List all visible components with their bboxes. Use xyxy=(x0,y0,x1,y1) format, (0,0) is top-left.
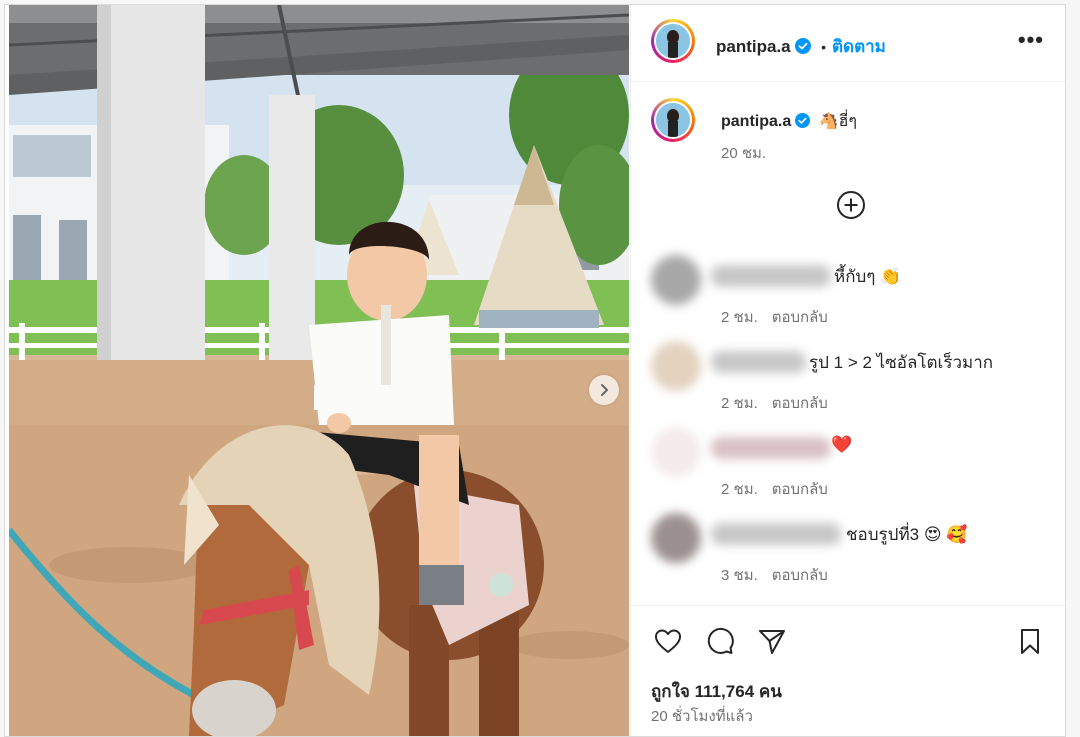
load-more-comments-button[interactable] xyxy=(836,190,866,220)
header-separator: • xyxy=(821,39,826,55)
author-avatar[interactable] xyxy=(651,19,695,63)
next-photo-button[interactable] xyxy=(589,375,619,405)
comment-time[interactable]: 3 ชม. xyxy=(721,567,758,584)
comment-text: หี้กับๆ 👏 xyxy=(834,267,902,286)
caption-timestamp[interactable]: 20 ชม. xyxy=(721,141,766,165)
follow-button[interactable]: ติดตาม xyxy=(832,37,886,56)
commenter-name-blurred[interactable] xyxy=(711,351,806,373)
caption-username[interactable]: pantipa.a xyxy=(721,113,791,130)
share-button[interactable] xyxy=(757,626,787,656)
comment-text: รูป 1 > 2 ไซอัลโตเร็วมาก xyxy=(809,353,994,372)
comment-time[interactable]: 2 ชม. xyxy=(721,481,758,498)
commenter-avatar-blurred[interactable] xyxy=(651,341,701,391)
verified-badge-icon xyxy=(794,38,811,59)
commenter-name-blurred[interactable] xyxy=(711,523,841,545)
reply-button[interactable]: ตอบกลับ xyxy=(772,309,828,326)
commenter-name-blurred[interactable] xyxy=(711,265,831,287)
post-actions: ถูกใจ 111,764 คน 20 ชั่วโมงที่แล้ว xyxy=(631,605,1065,736)
post-header: pantipa.a • ติดตาม ••• xyxy=(631,5,1065,82)
like-button[interactable] xyxy=(653,626,683,656)
save-icon xyxy=(1021,629,1039,654)
save-button[interactable] xyxy=(1015,626,1045,656)
post-side-panel: pantipa.a • ติดตาม ••• pantipa.a 🐴ฮี่ๆ 2… xyxy=(630,5,1065,736)
add-circle-icon xyxy=(837,191,865,219)
comment-meta: 3 ชม. ตอบกลับ xyxy=(721,563,828,587)
comment-time[interactable]: 2 ชม. xyxy=(721,395,758,412)
like-count[interactable]: ถูกใจ 111,764 คน xyxy=(651,678,782,705)
heart-icon xyxy=(655,629,681,653)
reply-button[interactable]: ตอบกลับ xyxy=(772,481,828,498)
caption-text: ฮี่ๆ xyxy=(838,113,857,130)
more-options-button[interactable]: ••• xyxy=(1018,29,1044,51)
verified-badge-icon xyxy=(795,113,811,133)
instagram-post-dialog: pantipa.a • ติดตาม ••• pantipa.a 🐴ฮี่ๆ 2… xyxy=(4,4,1066,737)
author-username[interactable]: pantipa.a xyxy=(716,37,791,56)
commenter-name-blurred[interactable] xyxy=(711,437,831,459)
commenter-avatar-blurred[interactable] xyxy=(651,427,701,477)
comment-item: รูป 1 > 2 ไซอัลโตเร็วมาก 2 ชม. ตอบกลับ xyxy=(651,341,1061,417)
header-author-line: pantipa.a • ติดตาม xyxy=(716,33,886,60)
comment-item: ชอบรูปที่3 😍 🥰 3 ชม. ตอบกลับ xyxy=(651,513,1061,589)
commenter-avatar-blurred[interactable] xyxy=(651,255,701,305)
reply-button[interactable]: ตอบกลับ xyxy=(772,395,828,412)
avatar-image xyxy=(656,24,690,58)
comment-text: ชอบรูปที่3 😍 🥰 xyxy=(846,525,968,544)
comment-item: ❤️ 2 ชม. ตอบกลับ xyxy=(651,427,1061,503)
caption-emoji: 🐴 xyxy=(818,113,839,130)
post-timestamp[interactable]: 20 ชั่วโมงที่แล้ว xyxy=(651,704,753,728)
chevron-right-icon xyxy=(601,384,608,396)
comment-button[interactable] xyxy=(705,626,735,656)
comment-meta: 2 ชม. ตอบกลับ xyxy=(721,305,828,329)
caption-line: pantipa.a 🐴ฮี่ๆ xyxy=(721,109,857,134)
comment-time[interactable]: 2 ชม. xyxy=(721,309,758,326)
reply-button[interactable]: ตอบกลับ xyxy=(772,567,828,584)
comment-text: ❤️ xyxy=(831,435,853,454)
comment-item: หี้กับๆ 👏 2 ชม. ตอบกลับ xyxy=(651,255,1061,331)
comment-icon xyxy=(707,628,734,654)
photo-illustration xyxy=(9,5,629,736)
comment-meta: 2 ชม. ตอบกลับ xyxy=(721,477,828,501)
share-icon xyxy=(759,630,785,654)
avatar-image xyxy=(656,103,690,137)
post-photo xyxy=(9,5,629,736)
caption-avatar[interactable] xyxy=(651,98,695,142)
commenter-avatar-blurred[interactable] xyxy=(651,513,701,563)
comment-meta: 2 ชม. ตอบกลับ xyxy=(721,391,828,415)
